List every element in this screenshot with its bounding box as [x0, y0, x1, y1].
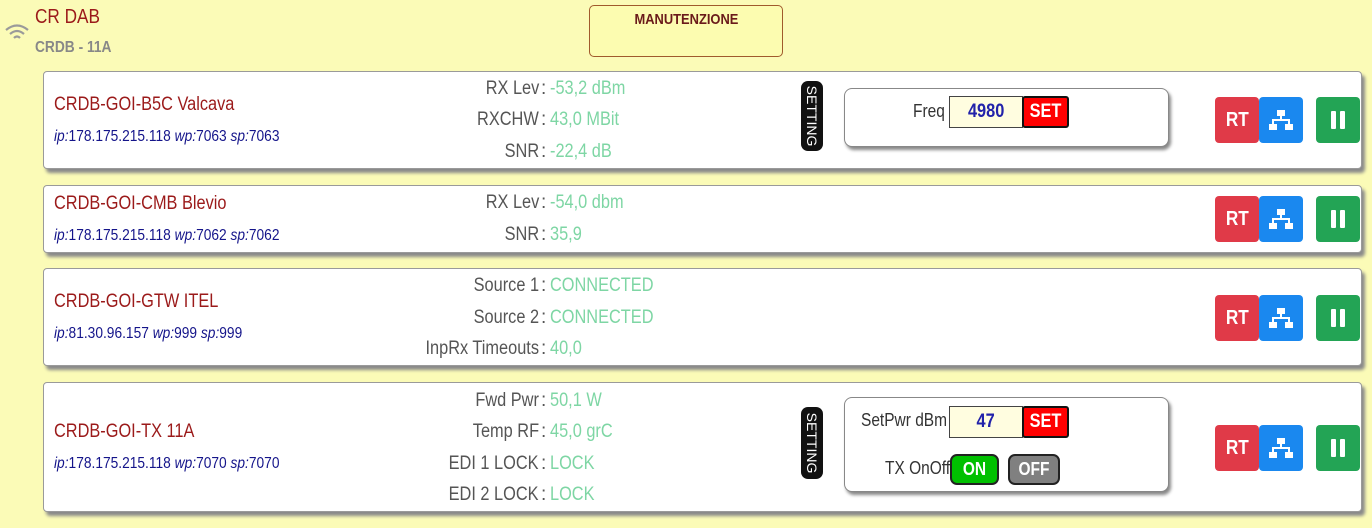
network-icon — [1269, 438, 1293, 458]
network-button[interactable] — [1259, 295, 1303, 341]
pause-icon — [1331, 210, 1345, 228]
wifi-icon — [5, 24, 29, 39]
network-icon — [1269, 209, 1293, 229]
app-title: CR DAB — [35, 6, 100, 28]
setting-button[interactable]: SETTING — [801, 407, 823, 479]
rt-button[interactable]: RT — [1215, 196, 1259, 242]
pause-button[interactable] — [1316, 97, 1360, 143]
freq-control: Freq 4980 SET — [844, 88, 1169, 147]
tx-control: SetPwr dBm 47 SET TX OnOff ON OFF — [844, 397, 1169, 492]
metric-row: Source 1: CONNECTED — [473, 275, 654, 296]
network-button[interactable] — [1259, 196, 1303, 242]
pause-button[interactable] — [1316, 196, 1360, 242]
pause-icon — [1331, 111, 1345, 129]
app-subtitle: CRDB - 11A — [35, 39, 112, 56]
device-card-blevio: CRDB-GOI-CMB Blevio ip:178.175.215.118 w… — [43, 185, 1362, 253]
device-card-valcava: CRDB-GOI-B5C Valcava ip:178.175.215.118 … — [43, 71, 1362, 169]
metric-row: EDI 2 LOCK: LOCK — [449, 484, 595, 505]
set-button[interactable]: SET — [1022, 406, 1069, 438]
metric-row: InpRx Timeouts:40,0 — [425, 338, 582, 359]
freq-label: Freq — [913, 101, 945, 121]
rt-button[interactable]: RT — [1215, 425, 1259, 471]
metric-row: SNR:35,9 — [504, 224, 582, 245]
pause-icon — [1331, 439, 1345, 457]
device-card-gtw: CRDB-GOI-GTW ITEL ip:81.30.96.157 wp:999… — [43, 268, 1362, 366]
pause-icon — [1331, 309, 1345, 327]
tx-off-button[interactable]: OFF — [1008, 454, 1060, 485]
rt-button[interactable]: RT — [1215, 295, 1259, 341]
network-icon — [1269, 308, 1293, 328]
maintenance-button[interactable]: MANUTENZIONE — [589, 5, 783, 57]
metric-row: RX Lev: -54,0 dbm — [485, 192, 624, 213]
setting-button[interactable]: SETTING — [801, 81, 823, 151]
setpwr-label: SetPwr dBm — [861, 410, 948, 430]
metric-row: Fwd Pwr:50,1 W — [475, 390, 602, 411]
pause-button[interactable] — [1316, 295, 1360, 341]
metric-row: Temp RF:45,0 grC — [472, 421, 613, 442]
metric-row: SNR: -22,4 dB — [504, 141, 612, 162]
metric-row: RX Lev: -53,2 dBm — [485, 78, 626, 99]
network-button[interactable] — [1259, 425, 1303, 471]
pause-button[interactable] — [1316, 425, 1360, 471]
network-button[interactable] — [1259, 97, 1303, 143]
rt-button[interactable]: RT — [1215, 97, 1259, 143]
freq-input[interactable]: 4980 — [949, 96, 1023, 128]
tx-on-button[interactable]: ON — [950, 454, 999, 485]
metric-row: Source 2: CONNECTED — [473, 307, 654, 328]
device-card-tx: CRDB-GOI-TX 11A ip:178.175.215.118 wp:70… — [43, 382, 1362, 512]
set-button[interactable]: SET — [1022, 96, 1069, 128]
metric-row: RXCHW:43,0 MBit — [477, 109, 620, 130]
setpwr-input[interactable]: 47 — [949, 406, 1023, 438]
network-icon — [1269, 110, 1293, 130]
metric-row: EDI 1 LOCK: LOCK — [449, 453, 595, 474]
